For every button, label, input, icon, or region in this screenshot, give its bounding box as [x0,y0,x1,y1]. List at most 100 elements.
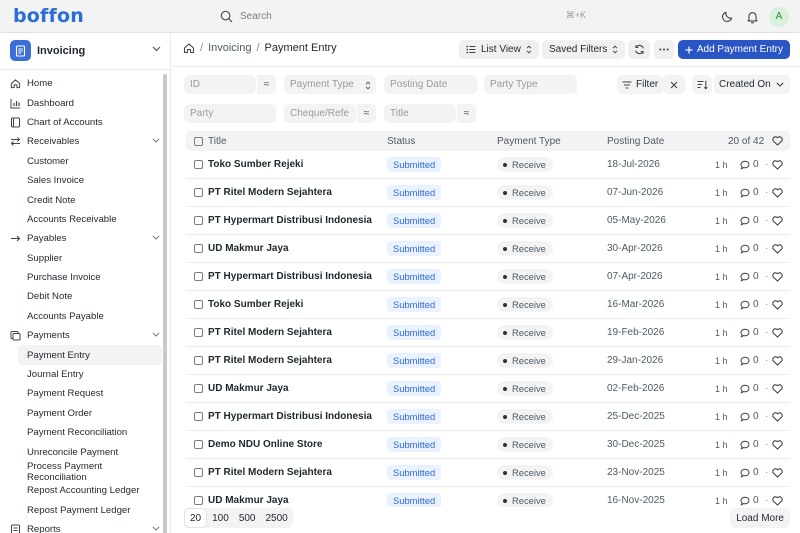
sidebar-item-process-payment-reconciliation[interactable]: Process Payment Reconciliation [0,461,164,483]
row-checkbox[interactable] [194,440,203,449]
party-type-filter[interactable]: Party Type [484,75,577,94]
heart-icon[interactable] [772,467,783,478]
avatar[interactable]: A [769,6,789,27]
page-size-2500[interactable]: 2500 [261,508,293,528]
column-title[interactable]: Title [208,136,227,147]
app-logo[interactable]: boffon [13,5,84,27]
sidebar-item-customer[interactable]: Customer [0,152,164,171]
home-icon[interactable] [183,42,195,54]
heart-icon[interactable] [772,383,783,394]
sidebar-item-accounts-receivable[interactable]: Accounts Receivable [0,210,164,229]
row-checkbox[interactable] [194,468,203,477]
row-title[interactable]: Demo NDU Online Store [208,439,322,450]
table-row[interactable]: PT Ritel Modern Sejahtera Submitted Receiv… [186,459,790,487]
row-checkbox[interactable] [194,412,203,421]
row-checkbox[interactable] [194,384,203,393]
row-checkbox[interactable] [194,216,203,225]
row-checkbox[interactable] [194,328,203,337]
table-row[interactable]: UD Makmur Jaya Submitted Receive 02-Feb-202… [186,375,790,403]
sidebar-item-payments[interactable]: Payments [0,326,164,345]
refresh-button[interactable] [628,40,650,59]
comment-count[interactable]: 0 [740,187,759,198]
sidebar-item-journal-entry[interactable]: Journal Entry [0,365,164,384]
chevron-down-icon[interactable] [152,332,160,337]
bell-icon[interactable] [740,5,764,29]
heart-icon[interactable] [772,327,783,338]
sidebar-item-unreconcile-payment[interactable]: Unreconcile Payment [0,442,164,461]
page-size-500[interactable]: 500 [234,508,261,528]
row-checkbox[interactable] [194,496,203,505]
row-title[interactable]: PT Ritel Modern Sejahtera [208,467,332,478]
comment-count[interactable]: 0 [740,467,759,478]
sidebar-item-accounts-payable[interactable]: Accounts Payable [0,307,164,326]
sidebar-item-repost-accounting-ledger[interactable]: Repost Accounting Ledger [0,481,164,500]
sidebar-item-payment-reconciliation[interactable]: Payment Reconciliation [0,423,164,442]
table-row[interactable]: Toko Sumber Rejeki Submitted Receive 16-Mar… [186,291,790,319]
row-title[interactable]: UD Makmur Jaya [208,495,289,506]
heart-icon[interactable] [772,299,783,310]
row-title[interactable]: PT Ritel Modern Sejahtera [208,355,332,366]
sidebar-item-credit-note[interactable]: Credit Note [0,190,164,209]
party-filter[interactable]: Party [184,104,276,123]
load-more-button[interactable]: Load More [730,508,790,528]
sidebar-item-chart-of-accounts[interactable]: Chart of Accounts [0,113,164,132]
comment-count[interactable]: 0 [740,439,759,450]
sidebar-item-payment-request[interactable]: Payment Request [0,384,164,403]
moon-icon[interactable] [715,5,739,29]
sidebar-item-dashboard[interactable]: Dashboard [0,93,164,112]
table-row[interactable]: UD Makmur Jaya Submitted Receive 16-Nov-202… [186,487,790,507]
heart-icon[interactable] [772,187,783,198]
chevron-down-icon[interactable] [152,526,160,531]
posting-date-filter[interactable]: Posting Date [384,75,477,94]
row-checkbox[interactable] [194,356,203,365]
table-row[interactable]: UD Makmur Jaya Submitted Receive 30-Apr-202… [186,235,790,263]
global-search[interactable]: Search ⌘+K [210,4,596,28]
row-title[interactable]: UD Makmur Jaya [208,243,289,254]
heart-icon[interactable] [772,439,783,450]
table-row[interactable]: PT Ritel Modern Sejahtera Submitted Receiv… [186,319,790,347]
sidebar-scrollbar[interactable] [163,74,167,533]
row-title[interactable]: PT Hypermart Distribusi Indonesia [208,271,372,282]
comment-count[interactable]: 0 [740,215,759,226]
row-title[interactable]: PT Hypermart Distribusi Indonesia [208,215,372,226]
id-filter-operator[interactable]: ≈ [256,75,276,94]
cheque-filter-operator[interactable]: ≈ [356,104,376,123]
row-title[interactable]: PT Ritel Modern Sejahtera [208,327,332,338]
sidebar-item-payables[interactable]: Payables [0,229,164,248]
heart-icon[interactable] [772,355,783,366]
row-checkbox[interactable] [194,188,203,197]
sidebar-item-repost-payment-ledger[interactable]: Repost Payment Ledger [0,501,164,520]
column-posting-date[interactable]: Posting Date [607,136,664,147]
sidebar-item-payment-order[interactable]: Payment Order [0,404,164,423]
sidebar-item-purchase-invoice[interactable]: Purchase Invoice [0,268,164,287]
saved-filters-button[interactable]: Saved Filters [542,40,626,59]
filter-button[interactable]: Filter [617,75,664,94]
row-title[interactable]: PT Ritel Modern Sejahtera [208,187,332,198]
sort-order-button[interactable] [692,75,712,94]
table-row[interactable]: Toko Sumber Rejeki Submitted Receive 18-Jul… [186,151,790,179]
comment-count[interactable]: 0 [740,327,759,338]
table-row[interactable]: PT Hypermart Distribusi Indonesia Submitt… [186,403,790,431]
sidebar-item-receivables[interactable]: Receivables [0,132,164,151]
heart-icon[interactable] [772,159,783,170]
comment-count[interactable]: 0 [740,159,759,170]
breadcrumb-parent[interactable]: Invoicing [208,42,251,54]
title-filter[interactable]: Title [384,104,456,123]
comment-count[interactable]: 0 [740,299,759,310]
heart-icon[interactable] [772,495,783,506]
sidebar-item-payment-entry[interactable]: Payment Entry [18,345,162,365]
sort-field-button[interactable]: Created On [714,75,790,94]
id-filter[interactable]: ID [184,75,256,94]
sidebar-item-sales-invoice[interactable]: Sales Invoice [0,171,164,190]
column-status[interactable]: Status [387,136,415,147]
table-row[interactable]: Demo NDU Online Store Submitted Receive 30-… [186,431,790,459]
comment-count[interactable]: 0 [740,411,759,422]
heart-icon[interactable] [772,215,783,226]
row-title[interactable]: PT Hypermart Distribusi Indonesia [208,411,372,422]
workspace-switcher[interactable]: Invoicing [10,38,165,63]
heart-icon[interactable] [772,243,783,254]
list-view-button[interactable]: List View [459,40,539,59]
title-filter-operator[interactable]: ≈ [456,104,476,123]
heart-icon[interactable] [772,411,783,422]
table-row[interactable]: PT Hypermart Distribusi Indonesia Submitt… [186,263,790,291]
